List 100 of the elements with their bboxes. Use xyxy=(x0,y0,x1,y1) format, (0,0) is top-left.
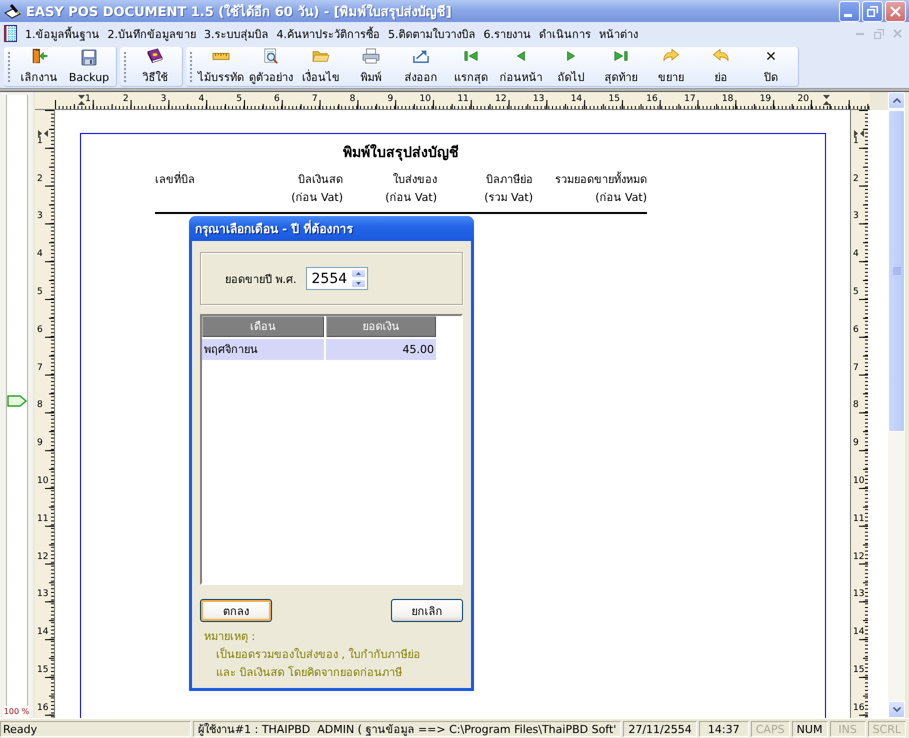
toolbar-button[interactable]: ปิด xyxy=(747,48,795,86)
ruler-number: 4 xyxy=(198,94,204,104)
key-indicator: SCRL xyxy=(868,721,906,737)
column-subheader: (รวม Vat) xyxy=(484,190,533,206)
status-date: 27/11/2554 xyxy=(623,721,697,737)
ruler-number: 3 xyxy=(160,94,166,104)
ruler-number: 14 xyxy=(570,94,582,104)
menu-item[interactable]: 1.ข้อมูลพื้นฐาน xyxy=(21,24,104,44)
toolbar-button[interactable]: พิมพ์ xyxy=(347,48,395,86)
ruler-number: 18 xyxy=(722,94,734,104)
margin-marker-icon[interactable] xyxy=(38,130,48,137)
ruler-number: 16 xyxy=(853,702,864,714)
toolbar-button[interactable]: ถัดไป xyxy=(547,48,595,86)
margin-marker-icon[interactable] xyxy=(78,95,85,105)
report-title: พิมพ์ใบสรุปส่งบัญชี xyxy=(342,143,460,163)
toolbar-button[interactable]: ไม้บรรทัด xyxy=(197,48,245,86)
ruler-number: 6 xyxy=(274,94,280,104)
status-user: ผู้ใช้งาน#1 : THAIPBD ADMIN ( ฐานข้อมูล ==> C:\Program Files\ThaiPBD Soft' xyxy=(192,721,622,737)
ruler-number: 8 xyxy=(350,94,356,104)
menu-item[interactable]: หน้าต่าง xyxy=(595,24,642,44)
close-icon xyxy=(893,29,902,38)
toolbar-button[interactable]: แรกสุด xyxy=(447,48,495,86)
dialog-button[interactable]: ยกเลิก xyxy=(391,599,463,622)
toolbar-button[interactable]: ดูตัวอย่าง xyxy=(247,48,295,86)
note-line: เป็นยอดรวมของใบส่งของ , ใบกำกับภาษีย่อ xyxy=(215,646,420,663)
close-button[interactable] xyxy=(885,0,906,22)
scroll-thumb[interactable] xyxy=(888,110,905,432)
ruler-number: 10 xyxy=(853,476,864,487)
toolbar-button[interactable]: เงื่อนไข xyxy=(297,48,345,86)
window-title: EASY POS DOCUMENT 1.5 (ใช้ได้อีก 60 วัน) - [พิมพ์ใบสรุปส่งบัญชี] xyxy=(26,2,453,22)
key-indicator: CAPS xyxy=(750,721,790,737)
ruler-number: 13 xyxy=(532,94,544,104)
toolbar-button[interactable]: สุดท้าย xyxy=(597,48,645,86)
toolbar-button[interactable]: วิธีใช้ xyxy=(131,48,179,86)
ruler-number: 15 xyxy=(37,664,48,676)
column-header: บิลเงินสด xyxy=(298,172,343,188)
toolbar-button[interactable]: ขยาย xyxy=(647,48,695,86)
note-line: และ บิลเงินสด โดยคิดจากยอดก่อนภาษี xyxy=(215,665,402,681)
ruler-number: 6 xyxy=(37,324,43,336)
slider-thumb[interactable] xyxy=(6,394,26,406)
status-time: 14:37 xyxy=(698,721,749,737)
margin-marker-icon[interactable] xyxy=(854,130,864,137)
column-header: บิลภาษีย่อ xyxy=(486,172,533,188)
key-indicator: NUM xyxy=(792,721,828,737)
dialog-button[interactable]: ตกลง xyxy=(200,599,272,622)
toolbar-button[interactable]: Backup xyxy=(65,48,113,86)
grid-header-cell[interactable]: เดือน xyxy=(202,316,324,337)
restore-icon xyxy=(874,28,884,38)
grid-cell[interactable]: 45.00 xyxy=(326,339,436,360)
month-grid[interactable]: เดือน ยอดเงิน พฤศจิกายน 45.00 xyxy=(200,314,463,585)
ruler-number: 7 xyxy=(312,94,318,104)
curved-arrow-left-icon xyxy=(711,48,731,64)
ruler-number: 10 xyxy=(37,476,48,487)
menu-item[interactable]: 6.รายงาน xyxy=(480,24,535,44)
ruler-number: 19 xyxy=(760,94,772,104)
column-subheader: (ก่อน Vat) xyxy=(385,190,437,206)
ruler-number: 1 xyxy=(853,136,859,147)
column-subheader: (ก่อน Vat) xyxy=(291,190,343,206)
ruler-number: 9 xyxy=(387,94,394,104)
toolbar-button[interactable]: ย่อ xyxy=(697,48,745,86)
spin-up-button[interactable] xyxy=(350,269,366,278)
ruler-number: 8 xyxy=(853,400,859,412)
grid-header-cell[interactable]: ยอดเงิน xyxy=(326,316,436,337)
menu-item[interactable]: 2.บันทึกข้อมูลขาย xyxy=(104,24,200,44)
spin-down-button[interactable] xyxy=(350,279,366,288)
ruler-number: 6 xyxy=(853,324,859,336)
menu-item[interactable]: ดำเนินการ xyxy=(535,24,595,44)
pen-paper-icon xyxy=(4,4,22,18)
printer-icon xyxy=(361,48,381,64)
scroll-down-button[interactable] xyxy=(888,701,905,718)
minimize-button[interactable] xyxy=(839,0,860,22)
status-message: Ready xyxy=(0,721,191,737)
toolbar-button[interactable]: เลิกงาน xyxy=(15,48,63,86)
menu-item[interactable]: 5.ติดตามใบวางบิล xyxy=(384,24,480,44)
column-header: รวมยอดขายทั้งหมด xyxy=(555,171,647,188)
down-triangle-icon xyxy=(356,282,360,285)
menu-item[interactable]: 4.ค้นหาประวัติการซื้อ xyxy=(272,24,384,44)
ruler-number: 11 xyxy=(37,514,48,525)
toolbar-button[interactable]: ก่อนหน้า xyxy=(497,48,545,86)
ruler-number: 11 xyxy=(457,94,469,104)
menu-item[interactable]: 3.ระบบสุ่มบิล xyxy=(200,24,272,44)
grid-cell[interactable]: พฤศจิกายน xyxy=(202,339,324,360)
ruler-number: 7 xyxy=(853,362,859,374)
ruler-number: 13 xyxy=(853,589,864,600)
restore-button[interactable] xyxy=(862,0,883,22)
close-icon xyxy=(890,6,901,16)
ruler-number: 5 xyxy=(37,286,43,298)
note-heading: หมายเหตุ : xyxy=(204,629,256,645)
ruler-number: 15 xyxy=(608,94,620,104)
down-chevron-icon xyxy=(892,707,900,712)
margin-marker-icon[interactable] xyxy=(823,95,830,105)
scroll-up-button[interactable] xyxy=(888,92,905,109)
ruler-number: 4 xyxy=(37,249,43,260)
ruler-number: 14 xyxy=(37,627,48,638)
key-indicator: INS xyxy=(830,721,866,737)
ruler-number: 2 xyxy=(122,94,129,104)
toolbar-button[interactable]: ส่งออก xyxy=(397,48,445,86)
vertical-scrollbar[interactable] xyxy=(888,92,905,718)
ruler-number: 4 xyxy=(853,249,859,260)
year-spin-field[interactable]: 2554 xyxy=(306,267,368,290)
